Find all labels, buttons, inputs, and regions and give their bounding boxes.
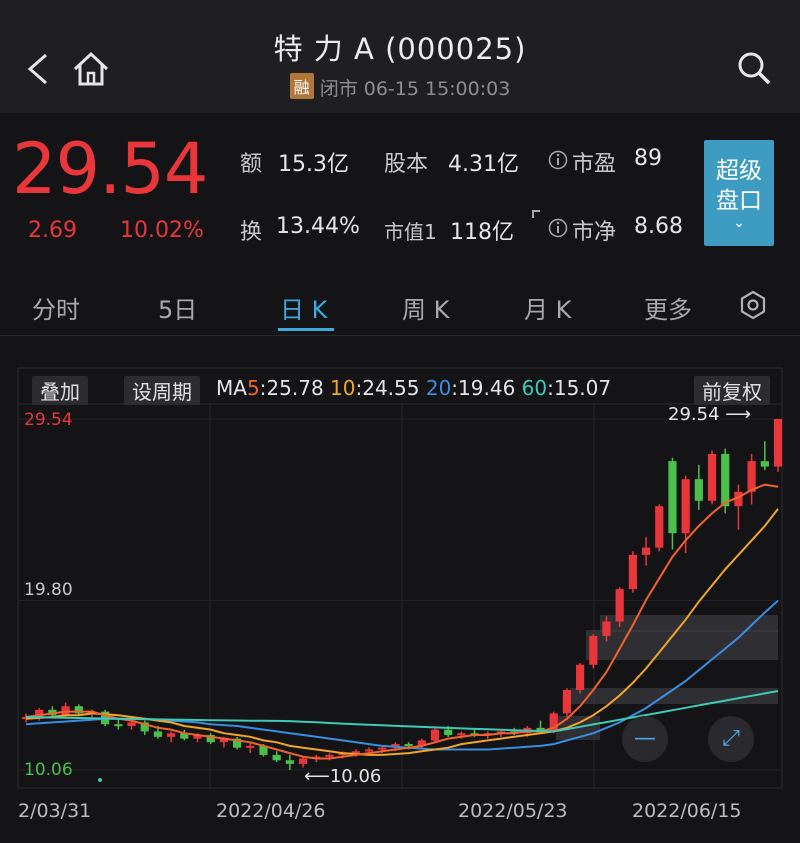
x-axis-label-2: 2022/04/26: [216, 800, 326, 822]
candle-body-55: [747, 461, 756, 492]
candle-body-47: [641, 547, 651, 555]
candle-body-33: [457, 733, 466, 736]
candle-body-42: [576, 664, 585, 690]
minus-icon: —: [634, 726, 656, 751]
max-price-annotation: 29.54 ⟶: [668, 404, 752, 425]
x-axis-label-1: 2/03/31: [18, 800, 92, 822]
candle-body-46: [628, 554, 637, 590]
expand-icon: ⤢: [722, 726, 740, 751]
candle-body-50: [681, 479, 690, 534]
candle-body-10: [153, 731, 163, 737]
candle-body-49: [668, 461, 677, 534]
y-axis-mid-label: 19.80: [24, 580, 73, 600]
candle-body-7: [114, 724, 123, 727]
candle-body-32: [444, 729, 453, 736]
candle-body-19: [272, 754, 281, 761]
candle-body-41: [562, 689, 572, 714]
min-price-annotation: ⟵10.06: [304, 766, 382, 787]
candle-body-27: [378, 747, 387, 750]
candle-body-8: [127, 722, 136, 727]
candle-body-31: [430, 729, 440, 741]
candle-body-21: [298, 758, 308, 764]
candle-body-53: [721, 453, 730, 507]
candle-body-29: [404, 744, 413, 747]
candle-body-52: [707, 453, 717, 501]
x-axis-label-3: 2022/05/23: [458, 800, 568, 822]
marker-dot: [98, 778, 102, 782]
candle-body-26: [364, 749, 374, 752]
fullscreen-button[interactable]: ⤢: [708, 716, 754, 762]
candle-body-20: [285, 760, 294, 764]
y-axis-min-label: 10.06: [24, 760, 73, 780]
candle-body-45: [615, 589, 624, 622]
y-axis-max-label: 29.54: [24, 410, 73, 430]
zoom-out-button[interactable]: —: [622, 716, 668, 762]
chip-distribution-bar-0: [600, 615, 778, 632]
candle-body-43: [589, 635, 598, 665]
candle-body-23: [325, 754, 334, 757]
candle-body-57: [773, 419, 783, 467]
candle-body-44: [602, 621, 611, 636]
candle-body-51: [694, 479, 703, 501]
max-price-value: 29.54: [668, 404, 720, 425]
candle-body-17: [246, 745, 255, 748]
x-axis-label-4: 2022/06/15: [632, 800, 742, 822]
candle-body-11: [167, 733, 176, 737]
candle-body-48: [655, 506, 664, 548]
min-price-value: 10.06: [329, 766, 382, 787]
candle-body-56: [760, 461, 769, 467]
